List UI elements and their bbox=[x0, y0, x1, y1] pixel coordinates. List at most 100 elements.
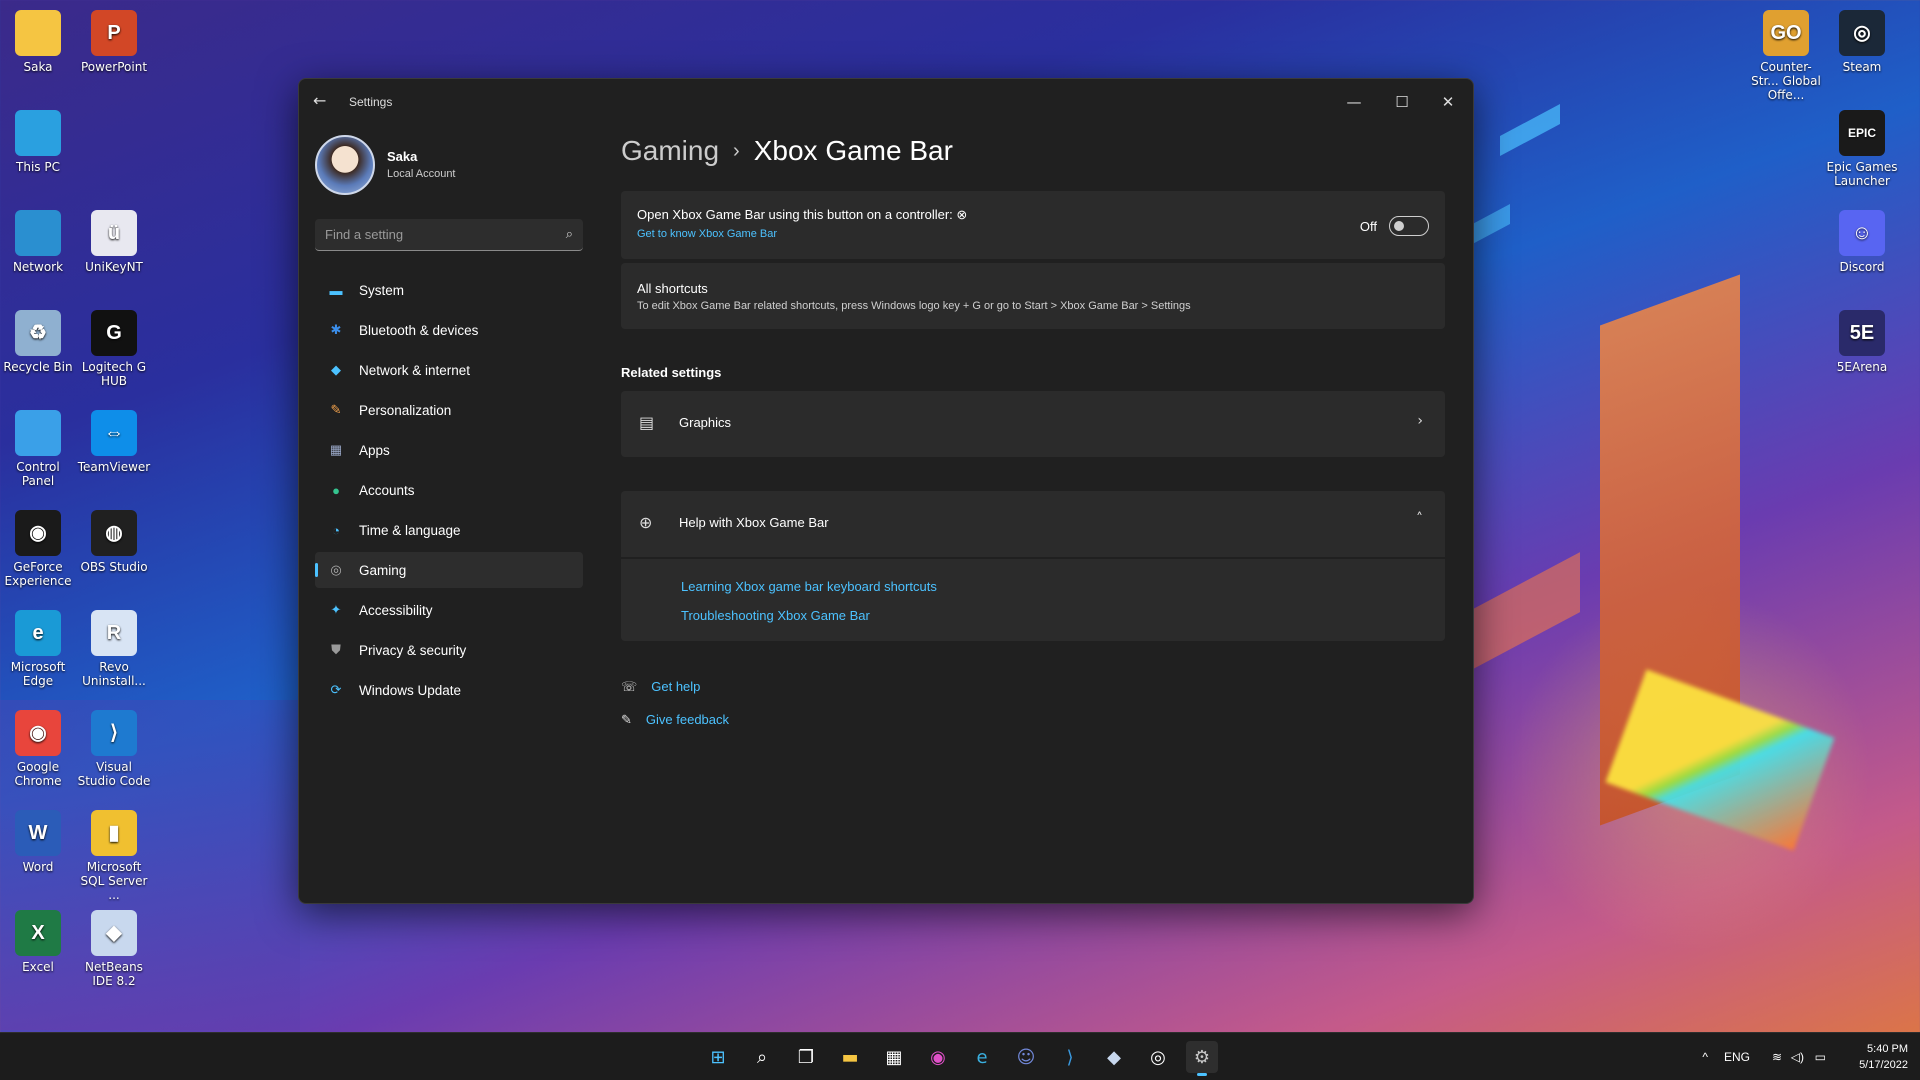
sidebar-item-label: Time & language bbox=[359, 522, 461, 538]
desktop-shortcut[interactable]: W Word bbox=[0, 806, 76, 874]
sidebar-item-system[interactable]: ▬ System bbox=[315, 272, 583, 308]
desktop-shortcut[interactable]: e Microsoft Edge bbox=[0, 606, 76, 688]
desktop-icon-label: Excel bbox=[22, 960, 54, 974]
desktop-shortcut[interactable]: P PowerPoint bbox=[76, 6, 152, 74]
desktop-shortcut[interactable]: R Revo Uninstall... bbox=[76, 606, 152, 688]
desktop-shortcut[interactable]: ◍ OBS Studio bbox=[76, 506, 152, 574]
sidebar-item-personalization[interactable]: ✎ Personalization bbox=[315, 392, 583, 428]
sidebar-item-label: Gaming bbox=[359, 562, 407, 578]
desktop-shortcut[interactable]: ü UniKeyNT bbox=[76, 206, 152, 274]
vscode-icon[interactable]: ⟩ bbox=[1054, 1041, 1086, 1073]
desktop-icon-label: This PC bbox=[16, 160, 60, 174]
volume-icon[interactable]: ◁) bbox=[1791, 1033, 1804, 1080]
battery-icon[interactable]: ▭ bbox=[1815, 1033, 1826, 1080]
tray-chevron-icon[interactable]: ^ bbox=[1702, 1033, 1708, 1080]
desktop-shortcut[interactable]: ◆ NetBeans IDE 8.2 bbox=[76, 906, 152, 988]
chevron-right-icon: › bbox=[733, 140, 740, 162]
back-arrow-icon[interactable]: ← bbox=[313, 91, 326, 110]
desktop-shortcut[interactable]: ☺ Discord bbox=[1824, 206, 1900, 274]
store-icon[interactable]: ▦ bbox=[878, 1041, 910, 1073]
desktop-shortcut[interactable]: This PC bbox=[0, 106, 76, 174]
desktop-shortcut[interactable]: ◉ Google Chrome bbox=[0, 706, 76, 788]
sidebar-item-label: Accounts bbox=[359, 482, 415, 498]
search-icon[interactable]: ⌕ bbox=[566, 226, 573, 242]
desktop-shortcut[interactable]: ♻ Recycle Bin bbox=[0, 306, 76, 374]
desktop-icon-label: TeamViewer bbox=[77, 460, 151, 474]
desktop-shortcut[interactable]: ⇔ TeamViewer bbox=[76, 406, 152, 474]
desktop-shortcut[interactable]: Saka bbox=[0, 6, 76, 74]
desktop-shortcut[interactable]: Network bbox=[0, 206, 76, 274]
network-icon bbox=[15, 210, 61, 256]
file-explorer-icon[interactable]: ▬ bbox=[834, 1041, 866, 1073]
desktop-icon-label: Saka bbox=[23, 60, 53, 74]
breadcrumb-parent[interactable]: Gaming bbox=[621, 135, 719, 166]
desktop-shortcut[interactable]: G Logitech G HUB bbox=[76, 306, 152, 388]
desktop-shortcut[interactable]: ⟩ Visual Studio Code bbox=[76, 706, 152, 788]
sidebar-item-privacy-security[interactable]: ⛊ Privacy & security bbox=[315, 632, 583, 668]
update-icon: ⟳ bbox=[330, 682, 342, 697]
clock-date: 5/17/2022 bbox=[1859, 1059, 1908, 1071]
sidebar-item-gaming[interactable]: ◎ Gaming bbox=[315, 552, 583, 588]
desktop-icon-label: Discord bbox=[1839, 260, 1885, 274]
desktop-shortcut[interactable]: 5E 5EArena bbox=[1824, 306, 1900, 374]
nvidia-icon: ◉ bbox=[15, 510, 61, 556]
language-indicator[interactable]: ENG bbox=[1724, 1033, 1750, 1080]
sidebar-item-accounts[interactable]: ● Accounts bbox=[315, 472, 583, 508]
help-link-shortcuts[interactable]: Learning Xbox game bar keyboard shortcut… bbox=[681, 579, 937, 594]
cube-app-icon[interactable]: ◆ bbox=[1098, 1041, 1130, 1073]
desktop-shortcut[interactable]: Control Panel bbox=[0, 406, 76, 488]
feedback-icon: ✎ bbox=[621, 712, 632, 727]
desktop-icon-label: PowerPoint bbox=[80, 60, 148, 74]
desktop-shortcut[interactable]: X Excel bbox=[0, 906, 76, 974]
revo-icon: R bbox=[91, 610, 137, 656]
sidebar-item-apps[interactable]: ▦ Apps bbox=[315, 432, 583, 468]
desktop-shortcut[interactable]: ▮ Microsoft SQL Server ... bbox=[76, 806, 152, 902]
desktop-shortcut[interactable]: EPIC Epic Games Launcher bbox=[1824, 106, 1900, 188]
controller-toggle[interactable] bbox=[1389, 216, 1429, 236]
desktop-icon-label: Control Panel bbox=[16, 460, 60, 488]
search-input[interactable]: Find a setting ⌕ bbox=[315, 219, 583, 251]
desktop-shortcut[interactable]: ◎ Steam bbox=[1824, 6, 1900, 74]
sidebar-item-time-language[interactable]: ◔ Time & language bbox=[315, 512, 583, 548]
wifi-icon[interactable]: ≋ bbox=[1772, 1033, 1782, 1080]
desktop-icon-label: Revo Uninstall... bbox=[82, 660, 146, 688]
recycle-bin-icon: ♻ bbox=[15, 310, 61, 356]
shortcuts-title: All shortcuts bbox=[637, 281, 708, 296]
sidebar-nav: ▬ System ✱ Bluetooth & devices ◆ Network & in… bbox=[315, 272, 583, 712]
discord-icon[interactable]: ☺ bbox=[1010, 1041, 1042, 1073]
edge-icon[interactable]: e bbox=[966, 1041, 998, 1073]
user-profile[interactable]: Saka Local Account bbox=[315, 135, 456, 195]
steam-icon[interactable]: ◎ bbox=[1142, 1041, 1174, 1073]
get-help-link[interactable]: ☏ Get help bbox=[621, 679, 700, 695]
settings-icon[interactable]: ⚙ bbox=[1186, 1041, 1218, 1076]
netbeans-icon: ◆ bbox=[91, 910, 137, 956]
graphics-label: Graphics bbox=[679, 415, 732, 430]
account-type: Local Account bbox=[387, 168, 456, 180]
chevron-up-icon[interactable]: ˄ bbox=[1416, 511, 1423, 527]
start-icon[interactable]: ⊞ bbox=[702, 1041, 734, 1073]
sidebar-item-network-internet[interactable]: ◆ Network & internet bbox=[315, 352, 583, 388]
page-title: Xbox Game Bar bbox=[753, 135, 953, 166]
avatar[interactable] bbox=[315, 135, 375, 195]
settings-window: ← Settings — ☐ ✕ Saka Local Account Find… bbox=[298, 78, 1474, 904]
help-link-troubleshooting[interactable]: Troubleshooting Xbox Game Bar bbox=[681, 608, 870, 623]
desktop-icon-label: Steam bbox=[1842, 60, 1882, 74]
desktop-icon-label: Microsoft SQL Server ... bbox=[80, 860, 148, 902]
desktop-shortcut[interactable]: GO Counter-Str... Global Offe... bbox=[1748, 6, 1824, 102]
search-icon[interactable]: ⌕ bbox=[746, 1041, 778, 1073]
graphics-row[interactable]: ▤ Graphics › bbox=[621, 391, 1445, 457]
sidebar-item-accessibility[interactable]: ✦ Accessibility bbox=[315, 592, 583, 628]
desktop-shortcut[interactable]: ◉ GeForce Experience bbox=[0, 506, 76, 588]
help-header[interactable]: ⊕ Help with Xbox Game Bar ˄ bbox=[621, 491, 1445, 557]
teamviewer-icon: ⇔ bbox=[91, 410, 137, 456]
sidebar-item-bluetooth-devices[interactable]: ✱ Bluetooth & devices bbox=[315, 312, 583, 348]
task-view-icon[interactable]: ❐ bbox=[790, 1041, 822, 1073]
controller-card-title: Open Xbox Game Bar using this button on … bbox=[637, 207, 968, 222]
logitech-icon: G bbox=[91, 310, 137, 356]
clock[interactable]: 5:40 PM 5/17/2022 bbox=[1859, 1041, 1908, 1073]
sidebar-item-windows-update[interactable]: ⟳ Windows Update bbox=[315, 672, 583, 708]
get-to-know-link[interactable]: Get to know Xbox Game Bar bbox=[637, 228, 777, 240]
give-feedback-link[interactable]: ✎ Give feedback bbox=[621, 712, 729, 728]
desktop-icon-label: Network bbox=[12, 260, 64, 274]
media-app-icon[interactable]: ◉ bbox=[922, 1041, 954, 1073]
